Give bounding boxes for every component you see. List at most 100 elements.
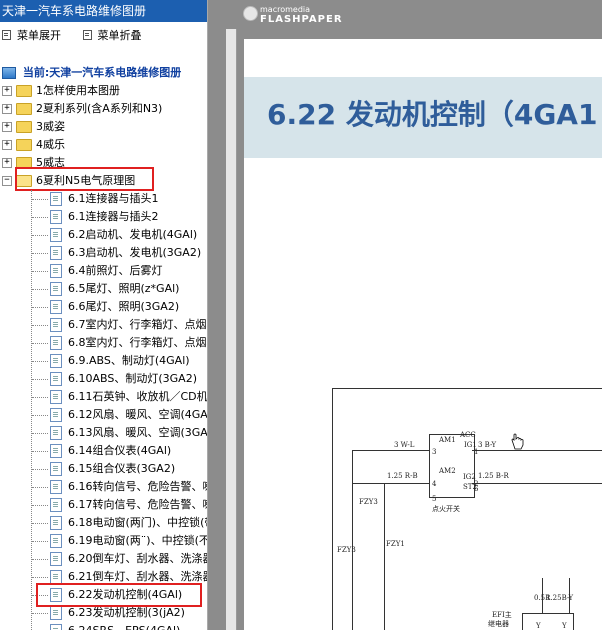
tree-connector [32, 234, 48, 236]
tree-leaf-label: 6.6尾灯、照明(3GA2) [68, 300, 180, 313]
tree-leaf[interactable]: 6.11石英钟、收放机／CD机、 [32, 388, 208, 406]
document-icon [50, 498, 62, 512]
navigation-pane: 天津一汽车系电路维修图册 菜单展开 菜单折叠 当前:天津一汽车系电路维修图册 +… [0, 0, 208, 630]
tree-leaf-label: 6.16转向信号、危险告警、喇叭 [68, 480, 207, 493]
tree-leaf-label: 6.2启动机、发电机(4GAl) [68, 228, 198, 241]
tree-leaf[interactable]: 6.5尾灯、照明(z*GAl) [32, 280, 179, 298]
tree-leaf-label: 6.24SRS、EPS(4GAl) [68, 624, 180, 630]
tree-leaf[interactable]: 6.3启动机、发电机(3GA2) [32, 244, 201, 262]
tree-leaf[interactable]: 6.1连接器与插头2 [32, 208, 159, 226]
page-heading: 6.22 发动机控制（4GA1 [267, 98, 598, 131]
tree-connector [32, 504, 48, 506]
tree-leaf[interactable]: 6.19电动窗(两¨)、中控锁(不带 [32, 532, 208, 550]
document-icon [50, 480, 62, 494]
tree-leaf[interactable]: 6.4前照灯、后雾灯 [32, 262, 163, 280]
tree-leaf-label: 6.1连接器与插头2 [68, 210, 159, 223]
tree-leaf[interactable]: 6.2启动机、发电机(4GAl) [32, 226, 197, 244]
document-icon [50, 210, 62, 224]
switch-label: AM1 [439, 436, 456, 444]
tree-folder-label: 3威姿 [36, 120, 65, 133]
tree-leaf[interactable]: 6.12风扇、暖风、空调(4GAl) [32, 406, 207, 424]
document-icon [50, 426, 62, 440]
tree-folder[interactable]: +1怎样使用本图册 [2, 82, 120, 100]
tree-leaf[interactable]: 6.16转向信号、危险告警、喇叭 [32, 478, 207, 496]
tree-leaf[interactable]: 6.1连接器与插头1 [32, 190, 159, 208]
relay-label: 继电器 [488, 620, 509, 628]
expand-toggle-icon[interactable]: + [2, 140, 12, 150]
tree-leaf-label: 6.11石英钟、收放机／CD机、 [68, 390, 208, 403]
tree-folder[interactable]: +2夏利系列(含A系列和N3) [2, 100, 162, 118]
expand-menu-label: 菜单展开 [17, 29, 61, 42]
ignition-switch-label: 点火开关 [432, 505, 460, 513]
tree-connector [32, 522, 48, 524]
tree-connector [32, 540, 48, 542]
switch-label: ACC [460, 431, 476, 439]
viewer-scrollbar[interactable] [226, 29, 237, 630]
tree-connector [32, 450, 48, 452]
tree-connector [32, 270, 48, 272]
tree-leaf[interactable]: 6.24SRS、EPS(4GAl) [32, 622, 180, 630]
document-icon [50, 462, 62, 476]
expand-toggle-icon[interactable]: + [2, 104, 12, 114]
pin-number: 4 [432, 480, 437, 488]
folder-icon [16, 103, 32, 115]
highlight-box [36, 583, 202, 607]
tree-connector [32, 360, 48, 362]
expand-menu-button[interactable]: 菜单展开 [2, 27, 61, 43]
tree-leaf-label: 6.10ABS、制动灯(3GA2) [68, 372, 197, 385]
document-icon [50, 552, 62, 566]
tree-leaf-label: 6.23发动机控制(3(jA2) [68, 606, 185, 619]
tree-leaf-label: 6.19电动窗(两¨)、中控锁(不带 [68, 534, 208, 547]
tree-leaf[interactable]: 6.10ABS、制动灯(3GA2) [32, 370, 197, 388]
tree-leaf-label: 6.13风扇、暖风、空调(3GA2) [68, 426, 208, 439]
tree-leaf[interactable]: 6.6尾灯、照明(3GA2) [32, 298, 179, 316]
document-icon [50, 282, 62, 296]
document-icon [50, 390, 62, 404]
tree-leaf-label: 6.8室内灯、行李箱灯、点烟器、 [68, 336, 207, 349]
connector-label: FZY3 [337, 546, 356, 554]
tree-leaf[interactable]: 6.15组合仪表(3GA2) [32, 460, 175, 478]
tree-leaf[interactable]: 6.20倒车灯、刮水器、洗涤器(4 [32, 550, 207, 568]
pin-number: 1 [474, 448, 479, 456]
document-icon [50, 336, 62, 350]
tree-leaf-label: 6.4前照灯、后雾灯 [68, 264, 163, 277]
folder-icon [16, 85, 32, 97]
tree-connector [32, 468, 48, 470]
tree-leaf-label: 6.17转向信号、危险告警、喇叭 [68, 498, 207, 511]
tree-leaf[interactable]: 6.13风扇、暖风、空调(3GA2) [32, 424, 208, 442]
tree-leaf-label: 6.7室内灯、行李箱灯、点烟器、 [68, 318, 207, 331]
tree-folder-label: 2夏利系列(含A系列和N3) [36, 102, 163, 115]
document-icon [50, 534, 62, 548]
page-top-margin [244, 39, 602, 77]
tree-leaf[interactable]: 6.9.ABS、制动灯(4GAl) [32, 352, 190, 370]
expand-toggle-icon[interactable]: + [2, 122, 12, 132]
wire-label: 1.25B-Y [546, 594, 574, 602]
wire [352, 450, 430, 451]
document-icon [50, 318, 62, 332]
tree-leaf[interactable]: 6.14组合仪表(4GAl) [32, 442, 171, 460]
tree-leaf[interactable]: 6.8室内灯、行李箱灯、点烟器、 [32, 334, 207, 352]
expand-toggle-icon[interactable]: + [2, 86, 12, 96]
collapse-toggle-icon[interactable]: − [2, 176, 12, 186]
document-icon [50, 246, 62, 260]
tree-leaf-label: 6.1连接器与插头1 [68, 192, 159, 205]
highlight-box [15, 167, 154, 191]
tree-folder-label: 1怎样使用本图册 [36, 84, 120, 97]
expand-toggle-icon[interactable]: + [2, 158, 12, 168]
tree-leaf[interactable]: 6.7室内灯、行李箱灯、点烟器、 [32, 316, 207, 334]
wire [352, 450, 353, 630]
wire-label: 3 B-Y [478, 441, 497, 449]
logo-flashpaper: FLASHPAPER [260, 14, 343, 25]
tree-folder[interactable]: +4威乐 [2, 136, 65, 154]
collapse-menu-button[interactable]: 菜单折叠 [82, 27, 142, 43]
tree-folder[interactable]: +3威姿 [2, 118, 65, 136]
tree-leaf[interactable]: 6.18电动窗(两门)、中控锁(带遥 [32, 514, 207, 532]
tree-root[interactable]: 当前:天津一汽车系电路维修图册 [2, 64, 181, 82]
document-icon [50, 372, 62, 386]
tree-connector [32, 486, 48, 488]
tree-leaf[interactable]: 6.17转向信号、危险告警、喇叭 [32, 496, 207, 514]
folder-icon [16, 139, 32, 151]
wire [384, 483, 385, 630]
flashpaper-logo-icon [243, 6, 258, 21]
wire-label: Y [536, 622, 541, 630]
